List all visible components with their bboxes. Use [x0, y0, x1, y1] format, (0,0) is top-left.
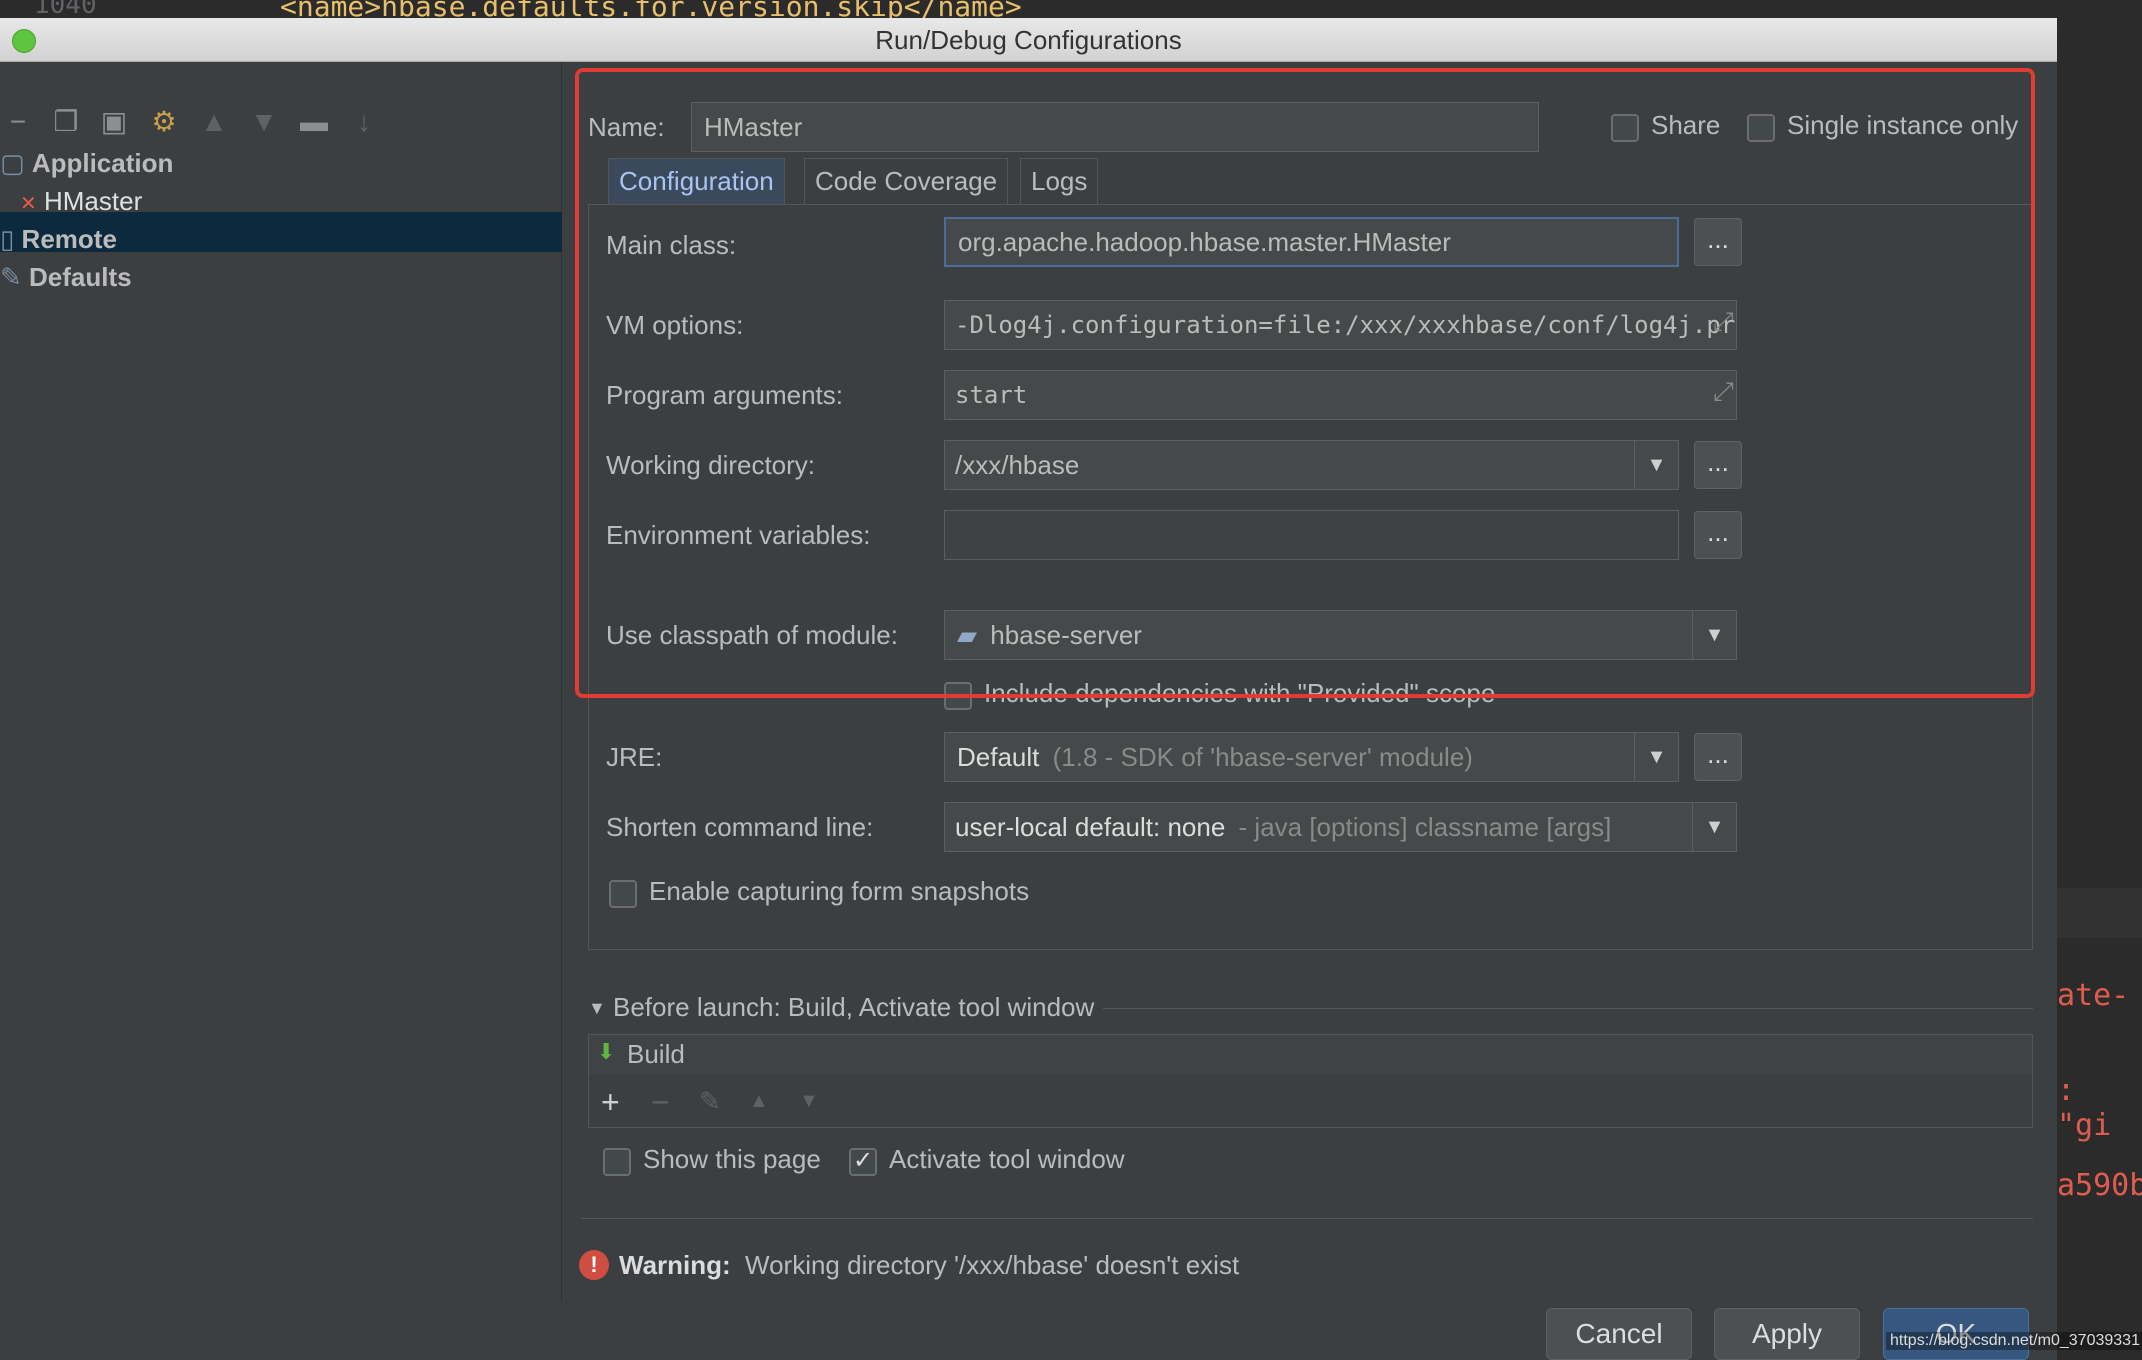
run-debug-dialog: Run/Debug Configurations − ❐ ▣ ⚙ ▲ ▼ ▬ ↓…: [0, 18, 2057, 1360]
edit-defaults-icon[interactable]: ⚙: [146, 104, 182, 140]
footer-divider: [581, 1218, 2033, 1219]
jre-browse-button[interactable]: ...: [1694, 733, 1742, 781]
tree-item-defaults[interactable]: ✎ Defaults: [0, 262, 132, 293]
tree-item-hmaster[interactable]: ✕ HMaster: [20, 186, 142, 217]
activate-tool-window-label: Activate tool window: [889, 1144, 1125, 1174]
editor-right-background: ate- : "gi a590b: [2057, 18, 2142, 1360]
before-launch-item-build[interactable]: ⬇ Build: [589, 1035, 2032, 1075]
form-snapshots-label: Enable capturing form snapshots: [649, 876, 1030, 906]
show-this-page-checkbox[interactable]: [603, 1148, 631, 1176]
editor-snippet: ate-: [2057, 978, 2130, 1013]
cancel-button[interactable]: Cancel: [1546, 1308, 1692, 1360]
editor-snippet: a590b: [2057, 1168, 2142, 1203]
sort-icon[interactable]: ↓: [346, 104, 382, 140]
warning-message: Working directory '/xxx/hbase' doesn't e…: [745, 1250, 1240, 1280]
before-launch-header: Before launch: Build, Activate tool wind…: [613, 992, 1095, 1022]
apply-button[interactable]: Apply: [1714, 1308, 1860, 1360]
dialog-titlebar: Run/Debug Configurations: [0, 18, 2057, 62]
chevron-down-icon[interactable]: ▼: [1634, 733, 1678, 781]
save-config-icon[interactable]: ▣: [96, 104, 132, 140]
editor-line-number: 1040: [34, 0, 97, 18]
jre-select[interactable]: Default (1.8 - SDK of 'hbase-server' mod…: [944, 732, 1679, 782]
collapse-triangle-icon[interactable]: ▼: [588, 998, 606, 1019]
move-up-icon[interactable]: ▲: [196, 104, 232, 140]
application-icon: ▢: [0, 148, 25, 178]
defaults-icon: ✎: [0, 262, 22, 292]
window-zoom-button[interactable]: [12, 29, 36, 53]
show-this-page-label: Show this page: [643, 1144, 821, 1174]
tree-item-application[interactable]: ▢ Application: [0, 148, 173, 179]
warning-icon: !: [579, 1250, 609, 1280]
remove-config-icon[interactable]: −: [0, 104, 36, 140]
jre-label: JRE:: [606, 742, 663, 772]
configurations-tree-pane: − ❐ ▣ ⚙ ▲ ▼ ▬ ↓ ▢ Application ✕ HMaster …: [0, 62, 562, 1302]
editor-code-line: <name>hbase.defaults.for.version.skip</n…: [280, 0, 1022, 18]
move-down-icon[interactable]: ▼: [246, 104, 282, 140]
invalid-config-icon: ✕: [20, 193, 37, 215]
activate-tool-window-checkbox[interactable]: ✓: [849, 1148, 877, 1176]
highlight-box: [575, 68, 2035, 698]
shorten-command-line-label: Shorten command line:: [606, 812, 874, 842]
folder-icon[interactable]: ▬: [296, 104, 332, 140]
add-task-icon[interactable]: +: [601, 1084, 620, 1121]
editor-background: 1040 <name>hbase.defaults.for.version.sk…: [0, 0, 2142, 18]
watermark-text: https://blog.csdn.net/m0_37039331: [1886, 1332, 2142, 1350]
move-task-down-icon[interactable]: ▼: [799, 1090, 819, 1113]
chevron-down-icon[interactable]: ▼: [1692, 803, 1736, 851]
warning-title: Warning:: [619, 1250, 731, 1280]
remote-icon: ▯: [0, 224, 15, 254]
build-icon: ⬇: [597, 1039, 616, 1064]
remove-task-icon[interactable]: −: [651, 1084, 670, 1121]
before-launch-divider: [1103, 1008, 2033, 1009]
edit-task-icon[interactable]: ✎: [699, 1086, 721, 1117]
shorten-command-line-select[interactable]: user-local default: none - java [options…: [944, 802, 1737, 852]
copy-config-icon[interactable]: ❐: [48, 104, 84, 140]
tree-item-remote[interactable]: ▯ Remote: [0, 224, 117, 255]
form-snapshots-checkbox[interactable]: [609, 880, 637, 908]
dialog-title: Run/Debug Configurations: [875, 25, 1182, 55]
move-task-up-icon[interactable]: ▲: [749, 1090, 769, 1113]
editor-snippet: : "gi: [2057, 1073, 2112, 1143]
